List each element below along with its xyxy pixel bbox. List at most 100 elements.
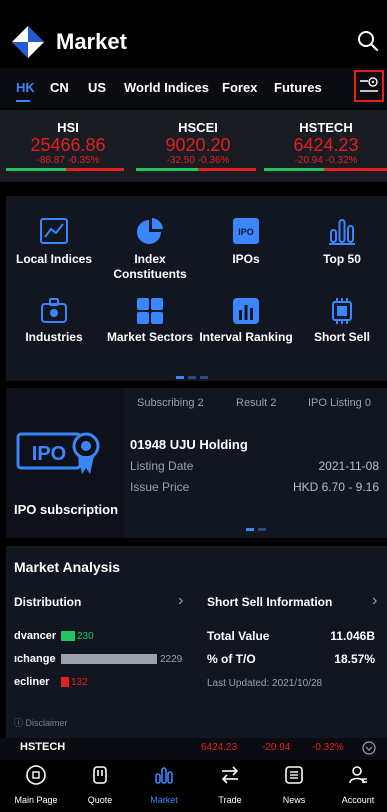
advancers-count: 230 [77,631,94,642]
nav-news[interactable]: News [264,764,324,805]
disclaimer-link[interactable]: ⓘ Disclaimer [14,716,68,729]
grid-label: Top 50 [323,252,361,266]
ipo-tab-subscribing[interactable]: Subscribing 2 [137,397,204,409]
index-constituents-button[interactable]: Index Constituents [100,216,200,296]
grid-label: IPOs [232,252,260,266]
short-sell-info-link[interactable]: Short Sell Information [207,595,332,609]
svg-text:IPO: IPO [32,443,66,465]
decline-bar [66,168,124,171]
page-dot [246,528,254,531]
tab-us[interactable]: US [88,80,106,95]
unchanged-bar [61,654,157,664]
home-icon [26,765,46,785]
tab-settings-icon [360,77,378,92]
index-value: 6424.23 [293,135,359,155]
chip-icon [332,298,352,324]
tab-hk[interactable]: HK [16,80,35,95]
advance-bar [6,168,66,171]
chart-line-icon [40,218,68,244]
industries-button[interactable]: Industries [4,296,104,376]
page-dot [258,528,266,531]
top-50-button[interactable]: Top 50 [292,216,387,296]
nav-account[interactable]: Account [328,764,387,805]
nav-label: Market [150,795,178,805]
decliners-bar [61,677,69,687]
grid-label: Market Sectors [106,330,194,344]
ipo-icon: IPO [233,218,259,244]
unchanged-label: ıchange [14,653,56,665]
tab-forex[interactable]: Forex [222,80,257,95]
pct-to-label: % of T/O [207,652,256,666]
decliners-label: ecliner [14,676,50,688]
index-change: -32.50 -0.36% [166,155,230,166]
ranking-icon [233,298,259,324]
short-sell-button[interactable]: Short Sell [292,296,387,376]
nav-market[interactable]: Market [134,764,194,805]
tab-settings-button[interactable] [354,70,384,102]
market-sectors-button[interactable]: Market Sectors [100,296,200,376]
decline-bar [198,168,256,171]
chevron-right-icon[interactable]: › [178,592,183,610]
nav-quote[interactable]: Quote [70,764,130,805]
pie-chart-icon [137,218,163,244]
index-name: HSCEI [178,120,218,135]
nav-label: Quote [87,795,113,805]
index-change: -20.94 -0.32% [294,155,358,166]
grid-icon [137,298,163,324]
issue-price-value: HKD 6.70 - 9.16 [292,480,379,494]
issue-price-label: Issue Price [130,480,190,494]
index-change: -88.87 -0.35% [36,155,100,166]
chevron-right-icon[interactable]: › [372,592,377,610]
pct-to-value: 18.57% [334,652,375,666]
nav-label: Main Page [14,795,58,805]
ipo-item-title[interactable]: 01948 UJU Holding [130,437,248,452]
ticker-pct: -0.32% [312,742,344,753]
account-icon [349,766,367,784]
nav-trade[interactable]: Trade [200,764,260,805]
local-indices-button[interactable]: Local Indices [4,216,104,296]
tab-futures[interactable]: Futures [274,80,322,95]
nav-label: Account [341,795,375,805]
grid-label: Industries [25,330,83,344]
index-card-hsi[interactable]: HSI 25466.86 -88.87 -0.35% [6,112,130,172]
distribution-link[interactable]: Distribution [14,595,81,609]
ipo-badge-icon: IPO [16,432,100,474]
advance-bar [136,168,198,171]
index-card-hscei[interactable]: HSCEI 9020.20 -32.50 -0.36% [136,112,260,172]
advancers-label: dvancer [14,630,57,642]
quote-icon [93,766,107,784]
tab-cn[interactable]: CN [50,80,69,95]
news-icon [285,766,303,784]
page-dot [176,376,184,379]
index-value: 9020.20 [165,135,231,155]
svg-text:IPO: IPO [238,227,254,237]
page-title: Market [56,29,127,54]
listing-date-label: Listing Date [130,459,194,473]
index-card-hstech[interactable]: HSTECH 6424.23 -20.94 -0.32% [264,112,387,172]
grid-label: Local Indices [15,252,93,266]
trade-icon [221,766,239,784]
total-value-label: Total Value [207,629,270,643]
ipo-tab-listing[interactable]: IPO Listing 0 [308,397,371,409]
market-analysis-title: Market Analysis [14,559,121,575]
page-dot [188,376,196,379]
grid-label: Short Sell [313,330,370,344]
interval-ranking-button[interactable]: Interval Ranking [196,296,296,376]
advancers-bar [61,631,75,641]
search-icon[interactable] [357,30,379,52]
ticker-value: 6424.23 [201,742,238,753]
page-dot [200,376,208,379]
nav-label: News [282,795,306,805]
market-icon [155,767,173,784]
decliners-count: 132 [71,677,88,688]
collapse-icon[interactable] [362,741,376,755]
ipos-button[interactable]: IPO IPOs [196,216,296,296]
index-name: HSI [57,120,79,135]
index-name: HSTECH [299,120,353,135]
ipo-tab-result[interactable]: Result 2 [236,397,276,409]
total-value: 11.046B [330,629,375,643]
tab-world-indices[interactable]: World Indices [124,80,209,95]
grid-label: Index Constituents [113,252,187,281]
nav-main-page[interactable]: Main Page [6,764,66,805]
decline-bar [324,168,387,171]
